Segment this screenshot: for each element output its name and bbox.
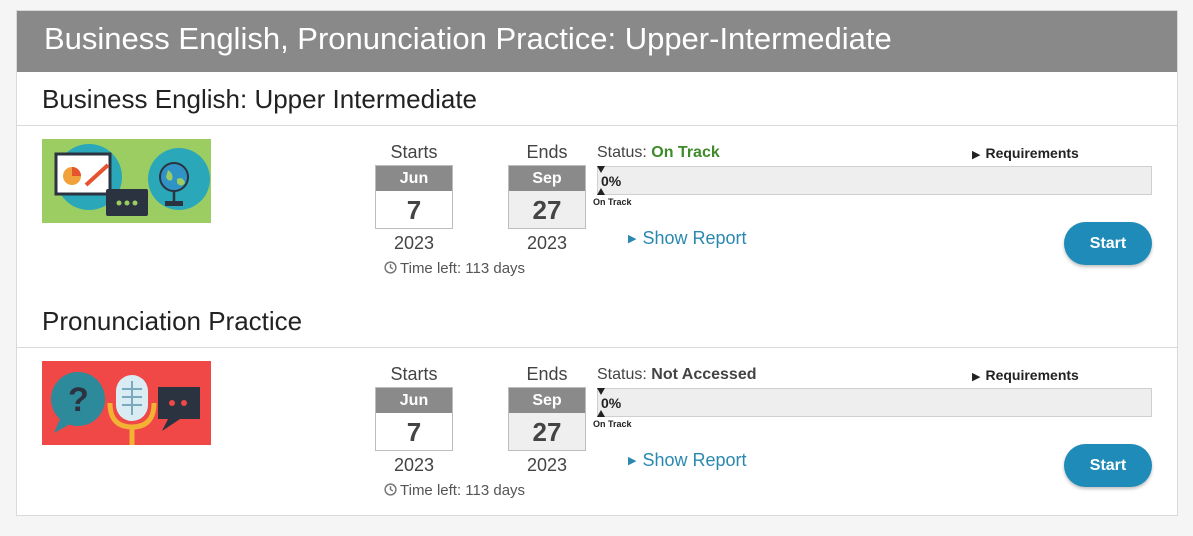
course-panel: Business English, Pronunciation Practice… (16, 10, 1178, 516)
divider (17, 347, 1177, 348)
status-value: Not Accessed (651, 366, 757, 383)
start-day: 7 (406, 417, 422, 447)
end-day: 27 (532, 195, 562, 225)
requirements-toggle[interactable]: ▶ Requirements (972, 145, 1079, 161)
progress-marker-label: On Track (593, 197, 632, 207)
end-year: 2023 (526, 233, 568, 253)
triangle-right-icon: ▶ (972, 371, 981, 383)
start-button[interactable]: Start (1064, 222, 1152, 265)
pronunciation-thumbnail: ? (42, 361, 211, 445)
show-report-label: Show Report (642, 450, 747, 470)
progress-marker-bottom-icon (597, 410, 605, 417)
panel-header: Business English, Pronunciation Practice… (17, 11, 1177, 72)
start-day: 7 (406, 195, 422, 225)
status-value: On Track (651, 144, 720, 161)
status: Status: On Track (597, 144, 720, 162)
requirements-label: Requirements (985, 145, 1079, 161)
start-month: Jun (376, 166, 452, 191)
requirements-toggle[interactable]: ▶ Requirements (972, 367, 1079, 383)
start-year: 2023 (393, 233, 435, 253)
triangle-right-icon: ▶ (972, 149, 981, 161)
status: Status: Not Accessed (597, 366, 757, 384)
end-month: Sep (509, 388, 585, 413)
progress-percent: 0% (601, 173, 622, 189)
progress-marker-top-icon (597, 388, 605, 395)
progress-marker-label: On Track (593, 419, 632, 429)
clock-icon (384, 261, 397, 274)
start-month: Jun (376, 388, 452, 413)
end-date-box: Sep 27 (508, 387, 586, 451)
ends-label: Ends (526, 364, 568, 384)
ends-label: Ends (526, 142, 568, 162)
show-report-link[interactable]: ▶ Show Report (628, 450, 747, 471)
end-year: 2023 (526, 455, 568, 475)
time-left-text: Time left: 113 days (400, 260, 526, 277)
time-left: Time left: 113 days (384, 260, 525, 277)
course-title: Pronunciation Practice (42, 306, 303, 336)
start-date-box: Jun 7 (375, 165, 453, 229)
start-year: 2023 (393, 455, 435, 475)
status-label: Status: (597, 144, 647, 161)
starts-label: Starts (390, 364, 438, 384)
time-left-text: Time left: 113 days (400, 482, 526, 499)
progress-bar: 0% (597, 388, 1152, 417)
progress-percent: 0% (601, 395, 622, 411)
starts-label: Starts (390, 142, 438, 162)
status-label: Status: (597, 366, 647, 383)
show-report-link[interactable]: ▶ Show Report (628, 228, 747, 249)
requirements-label: Requirements (985, 367, 1079, 383)
progress-marker-top-icon (597, 166, 605, 173)
show-report-label: Show Report (642, 228, 747, 248)
course-title: Business English: Upper Intermediate (42, 84, 478, 114)
triangle-right-icon: ▶ (628, 455, 637, 467)
panel-title: Business English, Pronunciation Practice… (44, 21, 892, 56)
end-date-box: Sep 27 (508, 165, 586, 229)
start-date-box: Jun 7 (375, 387, 453, 451)
clock-icon (384, 483, 397, 496)
progress-bar: 0% (597, 166, 1152, 195)
progress-marker-bottom-icon (597, 188, 605, 195)
end-day: 27 (532, 417, 562, 447)
time-left: Time left: 113 days (384, 482, 525, 499)
triangle-right-icon: ▶ (628, 233, 637, 245)
business-english-thumbnail (42, 139, 211, 223)
svg-text:?: ? (68, 381, 89, 419)
divider (17, 125, 1177, 126)
start-button[interactable]: Start (1064, 444, 1152, 487)
end-month: Sep (509, 166, 585, 191)
